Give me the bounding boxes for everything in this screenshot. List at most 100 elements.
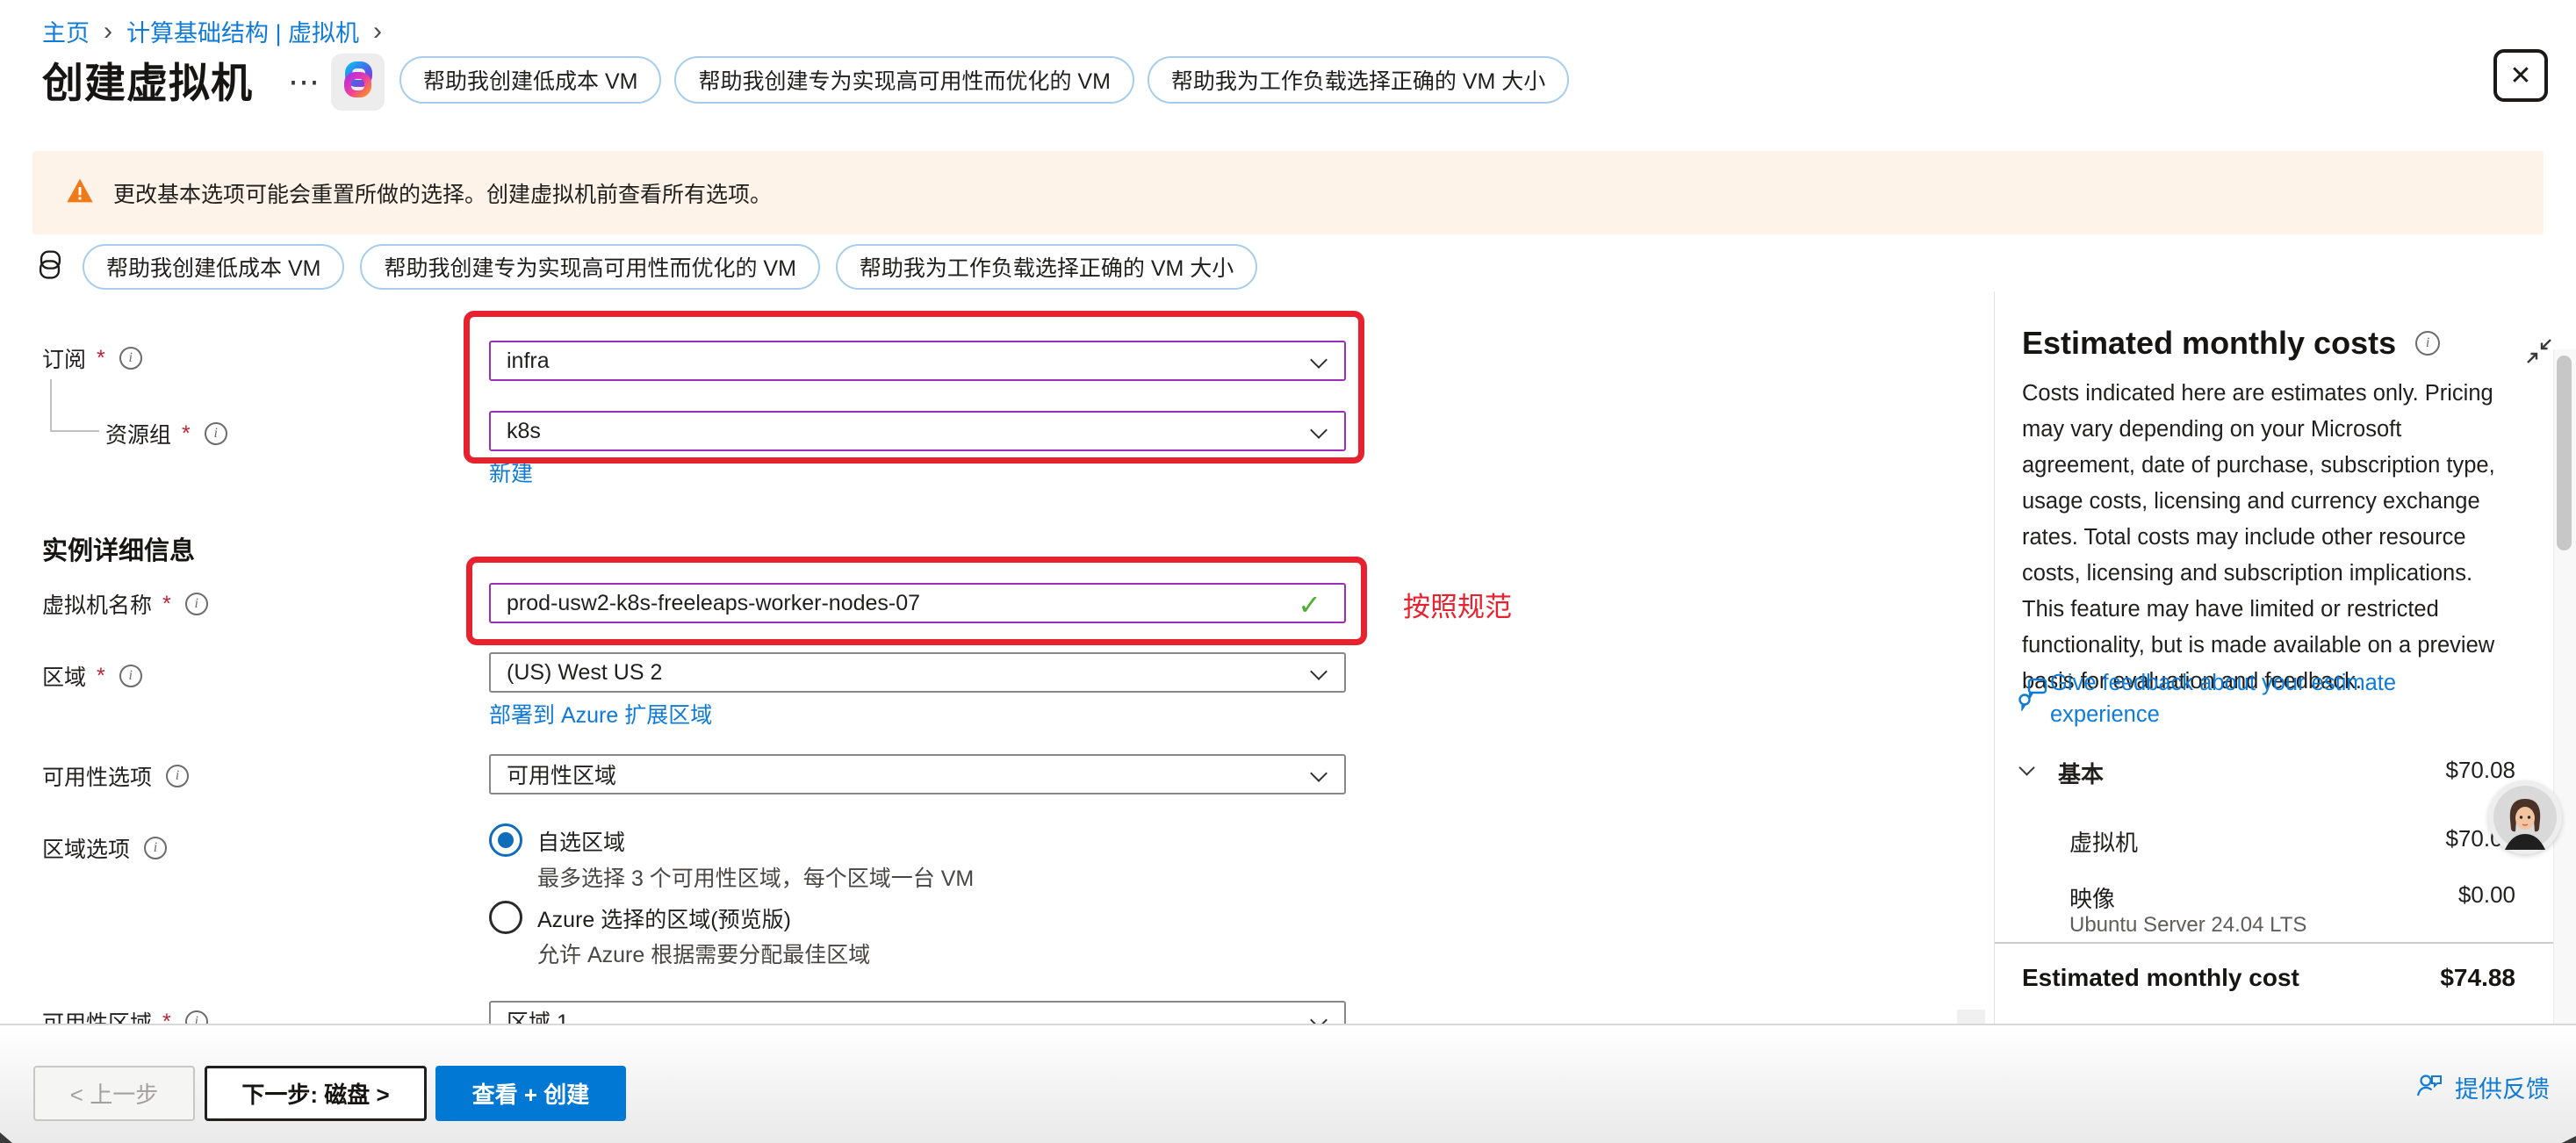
availability-options-label: 可用性选项 [42, 760, 152, 792]
more-commands-icon[interactable]: ⋯ [288, 63, 321, 100]
valid-check-icon: ✓ [1298, 588, 1321, 622]
region-label-row: 区域 * i [42, 660, 142, 692]
required-asterisk: * [162, 592, 171, 617]
instance-details-heading: 实例详细信息 [42, 530, 195, 567]
chevron-down-icon[interactable] [2018, 759, 2034, 775]
pill-low-cost-vm[interactable]: 帮助我创建低成本 VM [83, 244, 344, 290]
warning-text: 更改基本选项可能会重置所做的选择。创建虚拟机前查看所有选项。 [113, 177, 772, 209]
cost-item-amount: $0.00 [2458, 881, 2515, 909]
estimated-costs-panel: Estimated monthly costs i Costs indicate… [1994, 291, 2576, 1024]
panel-description: Costs indicated here are estimates only.… [2022, 376, 2515, 700]
radio-azure-selected-region[interactable] [489, 901, 522, 934]
pill-high-availability-vm[interactable]: 帮助我创建专为实现高可用性而优化的 VM [674, 56, 1133, 104]
chevron-down-icon [1310, 663, 1328, 680]
subscription-label-row: 订阅 * i [42, 342, 142, 374]
feedback-label: 提供反馈 [2455, 1070, 2550, 1104]
resource-group-label: 资源组 [105, 418, 171, 449]
collapse-panel-icon[interactable] [2525, 337, 2553, 370]
footer-bar: < 上一步 下一步: 磁盘 > 查看 + 创建 提供反馈 [0, 1024, 2576, 1143]
info-icon[interactable]: i [166, 765, 189, 787]
region-label: 区域 [42, 660, 86, 692]
required-asterisk: * [97, 664, 105, 689]
estimate-feedback-link[interactable]: Give feedback about your estimate experi… [2050, 667, 2480, 730]
create-vm-page: 主页 › 计算基础结构 | 虚拟机 › 创建虚拟机 ⋯ 帮助我创建低 [0, 0, 2576, 1143]
required-asterisk: * [97, 346, 105, 371]
availability-options-value: 可用性区域 [507, 758, 616, 790]
cost-item-label: 虚拟机 [2069, 825, 2138, 858]
give-feedback-link[interactable]: 提供反馈 [2414, 1069, 2550, 1105]
create-new-resource-group-link[interactable]: 新建 [489, 456, 533, 488]
subscription-dropdown[interactable]: infra [489, 341, 1346, 381]
vm-name-label: 虚拟机名称 [42, 588, 152, 620]
panel-title: Estimated monthly costs [2022, 325, 2396, 362]
resource-group-dropdown[interactable]: k8s [489, 411, 1346, 451]
next-disks-button[interactable]: 下一步: 磁盘 > [205, 1066, 427, 1121]
zone-options-label: 区域选项 [42, 832, 130, 864]
copilot-icon [340, 61, 377, 104]
radio-dot [498, 832, 514, 848]
tree-connector [50, 430, 99, 432]
radio-azure-selected-region-desc: 允许 Azure 根据需要分配最佳区域 [537, 938, 870, 969]
page-title: 创建虚拟机 [42, 49, 253, 110]
pill-right-vm-size[interactable]: 帮助我为工作负载选择正确的 VM 大小 [1148, 56, 1569, 104]
breadcrumb-home-link[interactable]: 主页 [42, 14, 90, 48]
vm-name-label-row: 虚拟机名称 * i [42, 588, 208, 620]
breadcrumb-separator-icon: › [104, 19, 112, 43]
copilot-outline-icon[interactable] [33, 248, 67, 287]
chevron-down-icon [1310, 351, 1328, 369]
previous-button[interactable]: < 上一步 [33, 1066, 195, 1121]
subscription-value: infra [507, 349, 550, 374]
chevron-down-icon [1310, 765, 1328, 782]
info-icon[interactable]: i [2415, 331, 2440, 356]
review-create-button[interactable]: 查看 + 创建 [435, 1066, 626, 1121]
pill-low-cost-vm[interactable]: 帮助我创建低成本 VM [399, 56, 661, 104]
cost-item-label: 映像 [2069, 881, 2115, 914]
required-asterisk: * [182, 421, 191, 447]
copilot-suggestions-row: 帮助我创建低成本 VM 帮助我创建专为实现高可用性而优化的 VM 帮助我为工作负… [33, 244, 1257, 290]
total-cost-amount: $74.88 [2440, 964, 2515, 992]
subscription-label: 订阅 [42, 342, 86, 374]
vm-name-input[interactable]: prod-usw2-k8s-freeleaps-worker-nodes-07 … [489, 583, 1346, 623]
pill-right-vm-size[interactable]: 帮助我为工作负载选择正确的 VM 大小 [836, 244, 1257, 290]
breadcrumb: 主页 › 计算基础结构 | 虚拟机 › [42, 14, 382, 48]
cost-group-amount: $70.08 [2445, 757, 2515, 784]
breadcrumb-compute-link[interactable]: 计算基础结构 | 虚拟机 [126, 14, 359, 48]
breadcrumb-separator-icon: › [373, 19, 382, 43]
cost-item-subtext: Ubuntu Server 24.04 LTS [2069, 913, 2306, 938]
availability-options-dropdown[interactable]: 可用性区域 [489, 754, 1346, 794]
copilot-button[interactable] [331, 54, 385, 111]
radio-self-selected-zones-desc: 最多选择 3 个可用性区域，每个区域一台 VM [537, 861, 974, 893]
deploy-edge-zone-link[interactable]: 部署到 Azure 扩展区域 [489, 698, 712, 730]
pill-high-availability-vm[interactable]: 帮助我创建专为实现高可用性而优化的 VM [360, 244, 819, 290]
resource-group-value: k8s [507, 419, 541, 444]
info-icon[interactable]: i [119, 347, 142, 370]
radio-self-selected-zones-label[interactable]: 自选区域 [537, 825, 625, 857]
region-value: (US) West US 2 [507, 660, 662, 686]
panel-title-row: Estimated monthly costs i [2022, 325, 2440, 362]
close-icon: ✕ [2509, 61, 2531, 91]
main-scrollbar-corner [1957, 1010, 1985, 1024]
info-icon[interactable]: i [144, 837, 167, 859]
panel-scrollbar-thumb[interactable] [2557, 356, 2572, 550]
zone-options-label-row: 区域选项 i [42, 832, 167, 864]
info-icon[interactable]: i [205, 422, 227, 445]
annotation-note: 按照规范 [1403, 585, 1512, 624]
cost-group-label[interactable]: 基本 [2058, 757, 2104, 789]
close-button[interactable]: ✕ [2493, 49, 2548, 102]
assistant-avatar[interactable] [2488, 780, 2562, 854]
region-dropdown[interactable]: (US) West US 2 [489, 652, 1346, 693]
copilot-suggestions-top: 帮助我创建低成本 VM 帮助我创建专为实现高可用性而优化的 VM 帮助我为工作负… [399, 56, 1569, 104]
feedback-bubbles-icon[interactable] [2018, 676, 2049, 715]
avatar-image [2493, 785, 2558, 850]
radio-azure-selected-region-label[interactable]: Azure 选择的区域(预览版) [537, 902, 791, 934]
total-cost-label: Estimated monthly cost [2022, 964, 2299, 992]
tree-connector [50, 379, 52, 432]
warning-banner: 更改基本选项可能会重置所做的选择。创建虚拟机前查看所有选项。 [32, 151, 2544, 234]
warning-icon [66, 177, 94, 208]
resource-group-label-row: 资源组 * i [105, 418, 227, 449]
vm-name-value: prod-usw2-k8s-freeleaps-worker-nodes-07 [507, 591, 920, 616]
radio-self-selected-zones[interactable] [489, 823, 522, 857]
feedback-person-icon [2414, 1069, 2444, 1105]
info-icon[interactable]: i [185, 593, 208, 615]
info-icon[interactable]: i [119, 665, 142, 687]
